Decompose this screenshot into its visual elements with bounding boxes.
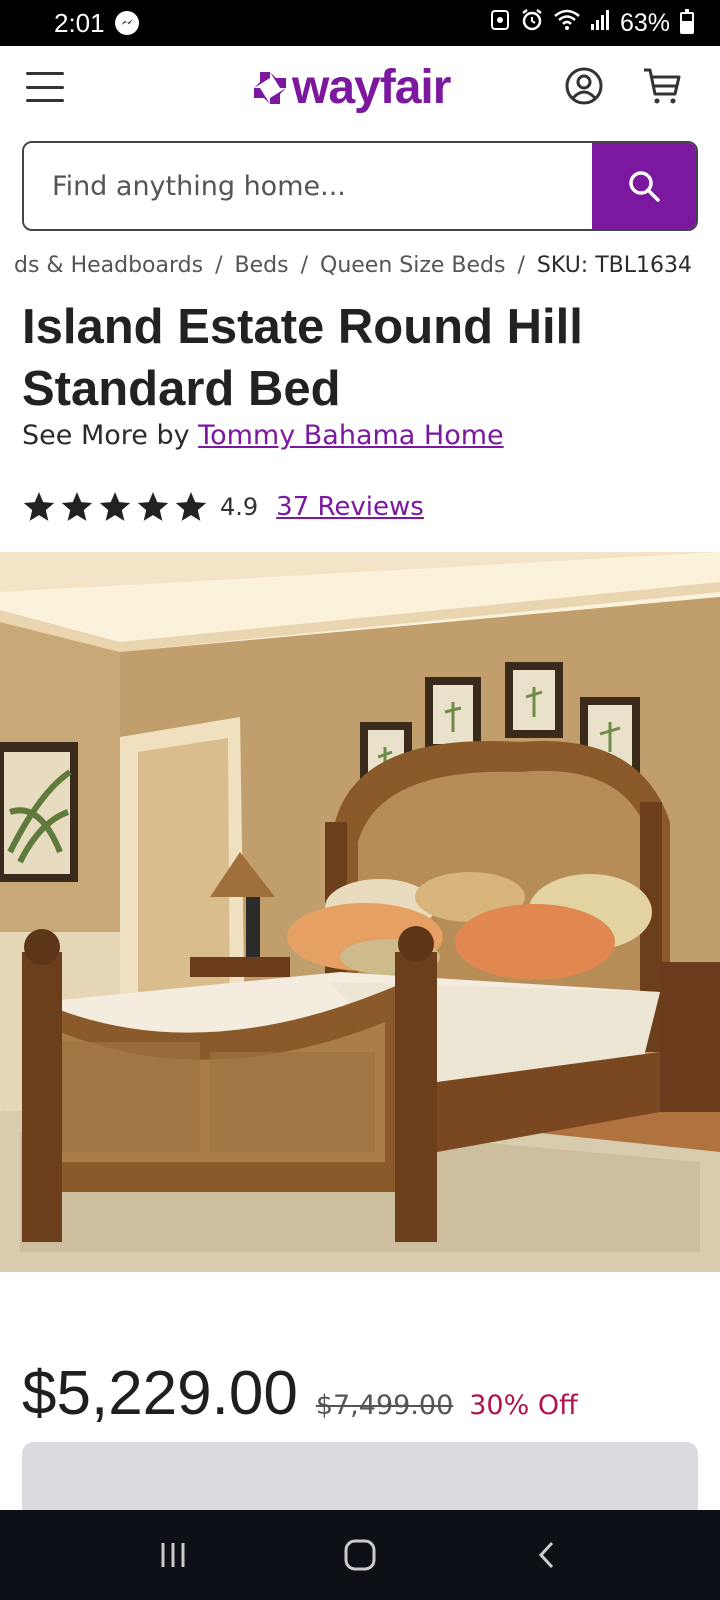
rating-value: 4.9: [220, 493, 259, 521]
see-more-by: See More by Tommy Bahama Home: [22, 420, 504, 451]
back-icon: [538, 1541, 553, 1569]
breadcrumb-item[interactable]: Beds: [235, 253, 289, 278]
wifi-icon: [554, 9, 580, 37]
was-price: $7,499.00: [315, 1390, 454, 1421]
brand-link[interactable]: Tommy Bahama Home: [198, 420, 503, 451]
wayfair-logo-icon: [254, 71, 286, 104]
messenger-icon: [114, 11, 139, 35]
breadcrumb-item[interactable]: Queen Size Beds: [320, 253, 505, 278]
breadcrumb-separator: /: [517, 253, 525, 278]
back-button[interactable]: [517, 1525, 577, 1585]
breadcrumb: ds & Headboards / Beds / Queen Size Beds / SKU…: [14, 253, 714, 278]
see-more-prefix: See More by: [22, 420, 190, 451]
product-title: Island Estate Round Hill Standard Bed: [22, 300, 583, 416]
cart-button[interactable]: [642, 66, 682, 106]
menu-icon-bar: [26, 72, 64, 75]
reviews-link[interactable]: 37 Reviews: [276, 492, 424, 522]
breadcrumb-separator: /: [215, 253, 223, 278]
cart-icon: [644, 68, 681, 104]
menu-icon-bar: [26, 85, 64, 89]
price-row: $5,229.00 $7,499.00 30% Off: [22, 1358, 578, 1429]
alarm-icon: [520, 8, 544, 38]
search-bar: [22, 141, 698, 231]
status-time: 2:01: [54, 7, 105, 38]
star-icon: [175, 492, 207, 521]
system-nav-bar: [0, 1510, 720, 1600]
account-icon: [565, 67, 603, 105]
logo-text: wayfair: [292, 61, 451, 114]
recent-apps-icon: [161, 1543, 185, 1567]
star-rating: [22, 490, 208, 524]
search-icon: [629, 171, 660, 202]
search-input[interactable]: [24, 143, 592, 229]
rating-row: 4.9 37 Reviews: [22, 490, 424, 524]
star-icon: [137, 492, 169, 521]
breadcrumb-item[interactable]: ds & Headboards: [14, 253, 203, 278]
star-icon: [23, 492, 55, 521]
account-button[interactable]: [564, 66, 604, 106]
options-panel: [22, 1442, 698, 1512]
breadcrumb-separator: /: [300, 253, 308, 278]
menu-button[interactable]: [26, 72, 64, 102]
current-price: $5,229.00: [22, 1359, 298, 1428]
home-icon: [344, 1539, 376, 1571]
nfc-icon: [490, 9, 510, 37]
product-image[interactable]: [0, 552, 720, 1272]
header: wayfair: [0, 46, 720, 138]
signal-icon: [590, 9, 610, 37]
star-icon: [99, 492, 131, 521]
discount-badge: 30% Off: [469, 1390, 578, 1421]
search-button[interactable]: [592, 143, 696, 229]
status-bar: 2:01 63%: [0, 0, 720, 46]
menu-icon-bar: [26, 99, 64, 102]
star-icon: [61, 492, 93, 521]
recent-apps-button[interactable]: [143, 1525, 203, 1585]
battery-icon: [680, 9, 694, 34]
battery-percent: 63%: [619, 8, 670, 37]
wayfair-logo[interactable]: wayfair: [252, 60, 451, 115]
home-button[interactable]: [330, 1525, 390, 1585]
breadcrumb-sku: SKU: TBL1634: [536, 253, 692, 278]
